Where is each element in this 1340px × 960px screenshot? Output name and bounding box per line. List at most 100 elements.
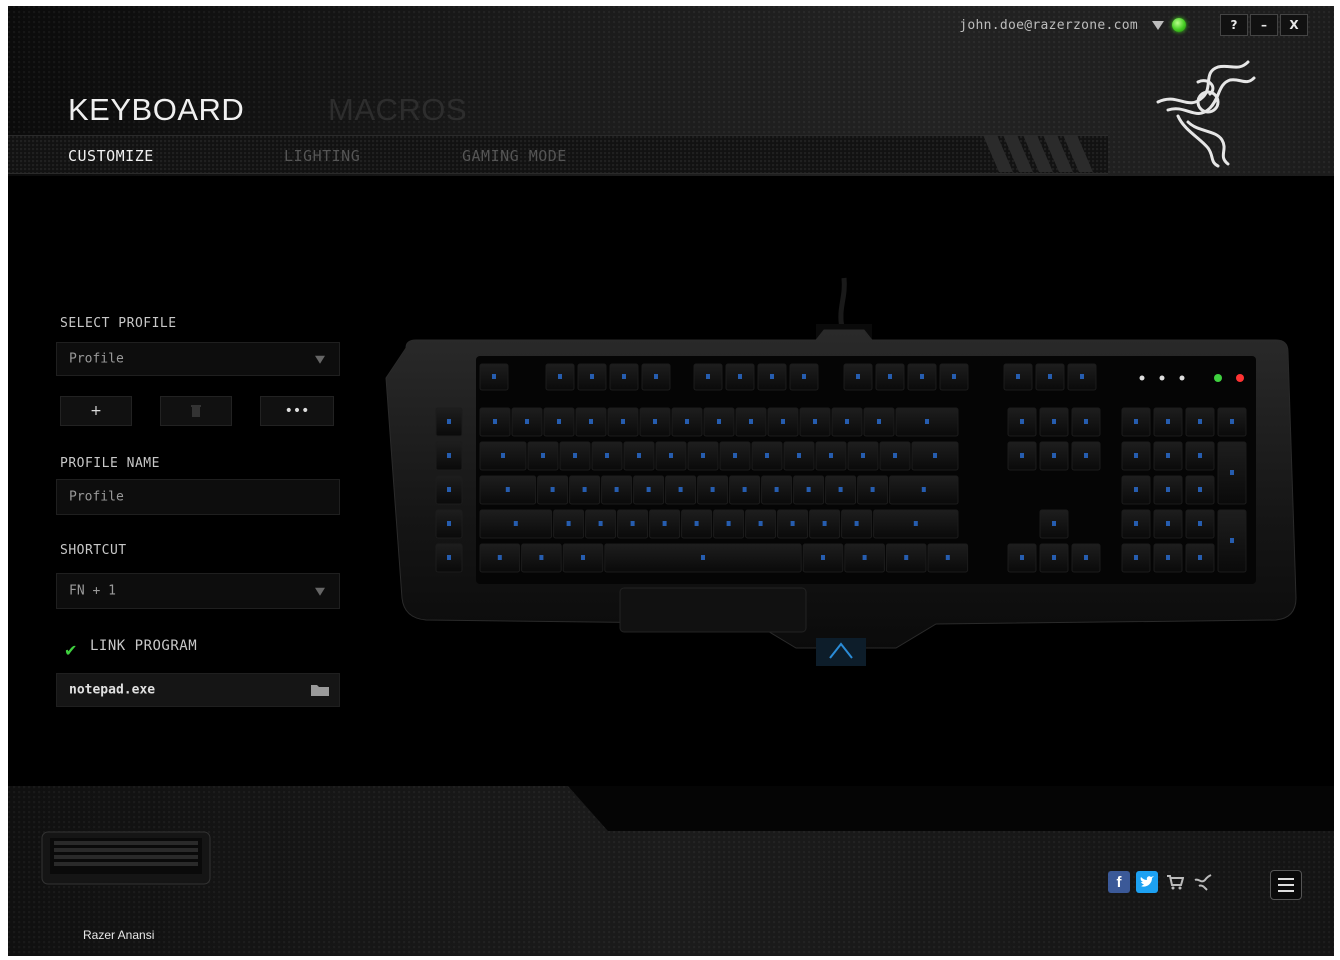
key-legend-glow xyxy=(1084,555,1088,560)
tab-gaming-mode[interactable]: GAMING MODE xyxy=(462,147,567,165)
window-controls: ? – X xyxy=(1218,14,1308,36)
key-legend-glow xyxy=(1198,419,1202,424)
key-legend-glow xyxy=(781,419,785,424)
synapse-window: john.doe@razerzone.com ? – X KEYBOARD MA… xyxy=(8,6,1334,956)
key-legend-glow xyxy=(605,453,609,458)
link-program-label: LINK PROGRAM xyxy=(90,638,198,654)
key-legend-glow xyxy=(654,374,658,379)
delete-profile-button[interactable] xyxy=(160,396,232,426)
device-thumbnail[interactable] xyxy=(40,826,212,886)
key-legend-glow xyxy=(447,419,451,424)
minimize-button[interactable]: – xyxy=(1250,14,1278,36)
shortcut-value: FN + 1 xyxy=(69,583,116,599)
key-legend-glow xyxy=(598,521,603,526)
key-legend-glow xyxy=(1080,374,1084,379)
key-legend-glow xyxy=(733,453,737,458)
account-email[interactable]: john.doe@razerzone.com xyxy=(959,18,1138,33)
key-legend-glow xyxy=(501,453,505,458)
key-legend-glow xyxy=(614,487,619,492)
key-legend-glow xyxy=(717,419,721,424)
key-legend-glow xyxy=(921,487,926,492)
key-legend-glow xyxy=(1166,487,1170,492)
key-legend-glow xyxy=(637,453,641,458)
key-legend-glow xyxy=(797,453,801,458)
key-legend-glow xyxy=(1052,453,1056,458)
more-options-button[interactable]: ••• xyxy=(260,396,334,426)
profile-select[interactable]: Profile xyxy=(56,342,340,376)
razer-small-icon[interactable] xyxy=(1192,871,1214,893)
macros-tab[interactable]: MACROS xyxy=(328,92,467,128)
status-online-icon[interactable] xyxy=(1172,18,1186,32)
add-profile-button[interactable]: + xyxy=(60,396,132,426)
key-legend-glow xyxy=(1198,521,1202,526)
key-legend-glow xyxy=(1230,470,1234,475)
key-legend-glow xyxy=(1052,419,1056,424)
key-legend-glow xyxy=(845,419,849,424)
facebook-icon[interactable]: f xyxy=(1108,871,1130,893)
indicator-led xyxy=(1159,375,1165,381)
key-legend-glow xyxy=(589,419,593,424)
header-stripes xyxy=(983,135,1093,172)
key-legend-glow xyxy=(821,555,825,560)
key-legend-glow xyxy=(630,521,635,526)
program-path-input[interactable]: notepad.exe xyxy=(56,673,340,707)
key-legend-glow xyxy=(558,374,562,379)
key-legend-glow xyxy=(913,521,918,526)
key-legend-glow xyxy=(678,487,683,492)
key-legend-glow xyxy=(726,521,731,526)
key-legend-glow xyxy=(497,555,502,560)
key-legend-glow xyxy=(765,453,769,458)
key-legend-glow xyxy=(952,374,956,379)
page-title[interactable]: KEYBOARD xyxy=(68,92,244,128)
account-dropdown-icon[interactable] xyxy=(1152,20,1164,30)
key-legend-glow xyxy=(870,487,875,492)
shortcut-select[interactable]: FN + 1 xyxy=(56,573,340,609)
key-legend-glow xyxy=(447,487,451,492)
hamburger-menu-icon[interactable] xyxy=(1270,870,1302,900)
help-button[interactable]: ? xyxy=(1220,14,1248,36)
key-legend-glow xyxy=(933,453,937,458)
key-legend-glow xyxy=(758,521,763,526)
twitter-icon[interactable] xyxy=(1136,871,1158,893)
key-legend-glow xyxy=(774,487,779,492)
key-legend-glow xyxy=(925,419,929,424)
key-legend-glow xyxy=(573,453,577,458)
key-legend-glow xyxy=(622,374,626,379)
social-bar: f xyxy=(1108,871,1214,893)
cart-icon[interactable] xyxy=(1164,871,1186,893)
key-legend-glow xyxy=(1134,419,1138,424)
link-program-checkbox[interactable]: ✔ xyxy=(64,641,82,660)
key-legend-glow xyxy=(1084,419,1088,424)
key-legend-glow xyxy=(1134,521,1138,526)
key-legend-glow xyxy=(1084,453,1088,458)
key-legend-glow xyxy=(1230,419,1234,424)
key-legend-glow xyxy=(802,374,806,379)
indicator-led xyxy=(1179,375,1185,381)
indicator-led xyxy=(1139,375,1145,381)
key-legend-glow xyxy=(888,374,892,379)
folder-icon[interactable] xyxy=(311,684,329,696)
program-path-value: notepad.exe xyxy=(69,682,156,698)
key-legend-glow xyxy=(447,555,451,560)
header: john.doe@razerzone.com ? – X KEYBOARD MA… xyxy=(8,6,1334,176)
key-legend-glow xyxy=(1166,555,1170,560)
key-legend-glow xyxy=(621,419,625,424)
shortcut-label: SHORTCUT xyxy=(60,543,127,558)
key-legend-glow xyxy=(1198,555,1202,560)
close-button[interactable]: X xyxy=(1280,14,1308,36)
key-legend-glow xyxy=(920,374,924,379)
key-legend-glow xyxy=(862,555,867,560)
chevron-down-icon xyxy=(315,587,325,596)
key-legend-glow xyxy=(653,419,657,424)
add-profile-label: + xyxy=(90,403,102,419)
tab-lighting[interactable]: LIGHTING xyxy=(284,147,360,165)
key-legend-glow xyxy=(1134,453,1138,458)
key-legend-glow xyxy=(557,419,561,424)
profile-name-input[interactable]: Profile xyxy=(56,479,340,515)
trash-icon xyxy=(191,405,201,417)
chevron-down-icon xyxy=(315,355,325,364)
key-legend-glow xyxy=(749,419,753,424)
key-legend-glow xyxy=(1020,419,1024,424)
tab-customize[interactable]: CUSTOMIZE xyxy=(68,147,154,165)
key-legend-glow xyxy=(1016,374,1020,379)
